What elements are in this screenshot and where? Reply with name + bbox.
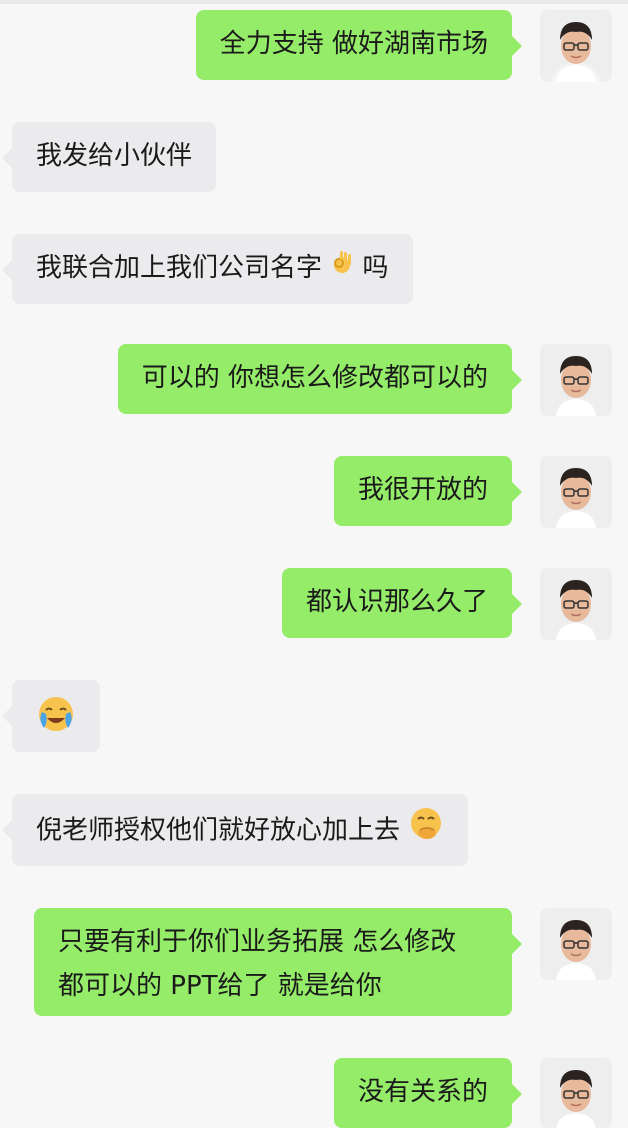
message-row: 没有关系的 [0,1058,628,1128]
user-avatar-icon [540,344,612,416]
user-avatar-icon [540,568,612,640]
message-row: 全力支持 做好湖南市场 [0,10,628,82]
avatar[interactable] [540,344,612,416]
message-bubble-outgoing[interactable]: 没有关系的 [333,1058,523,1128]
message-text: 我联合加上我们公司名字 [36,253,323,283]
message-row [0,680,628,752]
avatar[interactable] [540,456,612,528]
message-text: 倪老师授权他们就好放心加上去 [36,815,401,846]
message-text-line: 都可以的 PPT给了 就是给你 [58,971,382,1001]
message-row: 都认识那么久了 [0,568,628,640]
message-text-trail: 吗 [362,253,389,283]
face-with-hand-over-mouth-emoji-icon [408,806,444,856]
message-bubble-incoming[interactable]: 倪老师授权他们就好放心加上去 [1,794,469,866]
message-bubble-incoming[interactable] [2,680,100,752]
message-bubble-incoming[interactable]: 我联合加上我们公司名字 吗 [2,234,413,304]
message-text: 都认识那么久了 [305,587,488,617]
avatar[interactable] [540,10,612,82]
message-row: 我联合加上我们公司名字 吗 [0,234,628,304]
message-text-line: 只要有利于你们业务拓展 怎么修改 [58,927,457,957]
message-text: 没有关系的 [357,1077,488,1107]
avatar[interactable] [540,1058,612,1128]
user-avatar-icon [540,908,612,980]
message-bubble-incoming[interactable]: 我发给小伙伴 [1,122,217,192]
message-bubble-outgoing[interactable]: 我很开放的 [333,456,523,526]
loudly-crying-face-emoji-icon [36,694,76,748]
top-divider [0,0,628,4]
message-row: 我很开放的 [0,456,628,528]
message-text: 可以的 你想怎么修改都可以的 [141,363,488,393]
chat-message-list[interactable]: 全力支持 做好湖南市场 我发给小伙伴 我联合加上我们公司名字 吗 可以的 你想怎… [0,0,628,1128]
avatar[interactable] [540,908,612,980]
message-text: 全力支持 做好湖南市场 [219,29,488,59]
message-text: 我发给小伙伴 [36,141,193,171]
ok-hand-emoji-icon [330,247,354,291]
user-avatar-icon [540,456,612,528]
user-avatar-icon [540,10,612,82]
message-text: 我很开放的 [357,475,488,505]
message-row: 倪老师授权他们就好放心加上去 [0,794,628,866]
avatar[interactable] [540,568,612,640]
message-bubble-outgoing[interactable]: 只要有利于你们业务拓展 怎么修改 都可以的 PPT给了 就是给你 [34,908,522,1016]
message-row: 只要有利于你们业务拓展 怎么修改 都可以的 PPT给了 就是给你 [0,908,628,1018]
user-avatar-icon [540,1058,612,1128]
message-row: 我发给小伙伴 [0,122,628,192]
message-bubble-outgoing[interactable]: 都认识那么久了 [281,568,523,638]
message-bubble-outgoing[interactable]: 全力支持 做好湖南市场 [195,10,523,80]
message-bubble-outgoing[interactable]: 可以的 你想怎么修改都可以的 [117,344,523,414]
message-row: 可以的 你想怎么修改都可以的 [0,344,628,416]
